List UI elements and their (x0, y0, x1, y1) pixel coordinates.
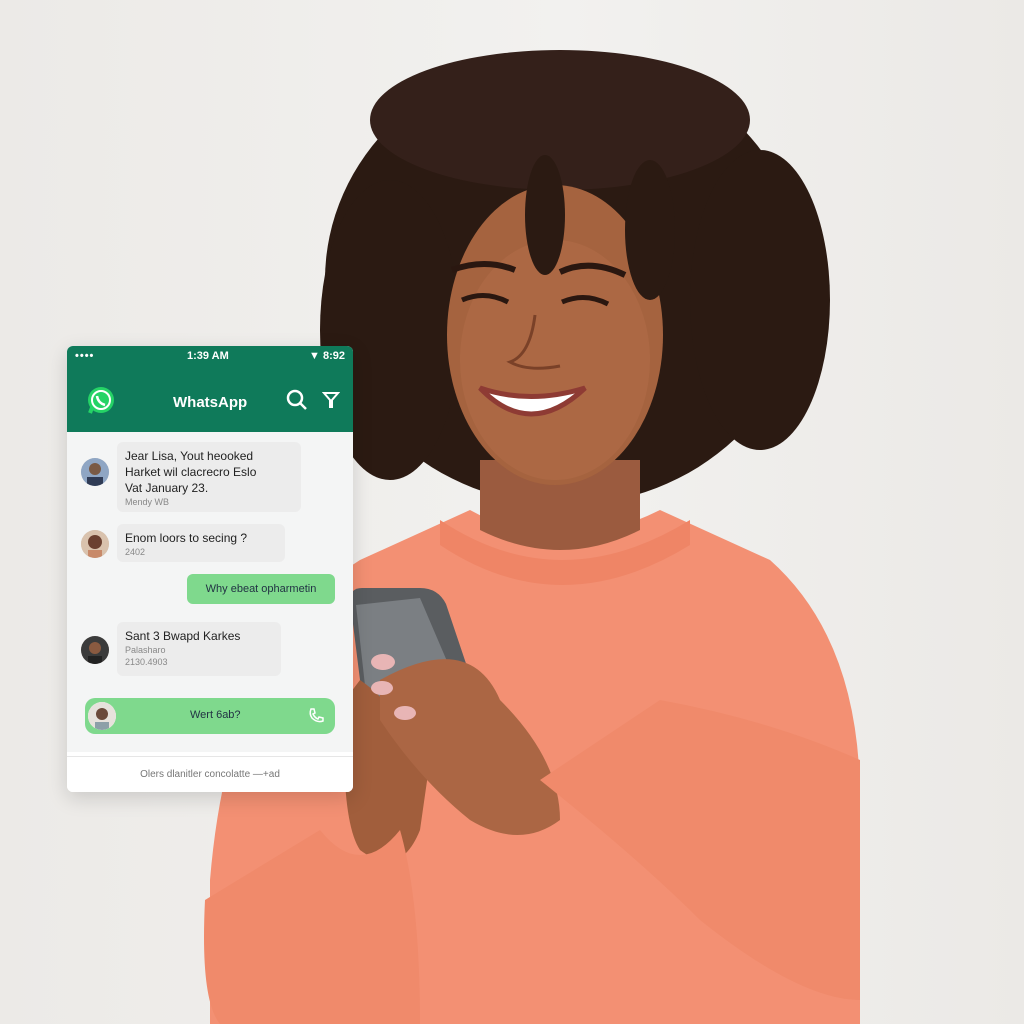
status-time: 1:39 AM (187, 350, 229, 362)
message-line: Vat January 23. (125, 481, 209, 495)
chat-item[interactable]: Sant 3 Bwapd Karkes Palasharo 2130.4903 (67, 622, 353, 678)
signal-indicator: •••• (75, 350, 95, 362)
message-line: Sant 3 Bwapd Karkes (125, 629, 241, 643)
message-compose-bar[interactable]: Wert 6ab? (85, 698, 335, 734)
avatar (81, 636, 109, 664)
message-bubble: Enom loors to secing ? 2402 (117, 524, 285, 562)
message-line: Jear Lisa, Yout heooked (125, 449, 254, 463)
app-title: WhatsApp (173, 394, 248, 411)
status-right: ▼ 8:92 (309, 350, 345, 362)
message-line: Why ebeat opharmetin (205, 583, 317, 595)
message-meta: Mendy WB (125, 497, 170, 507)
message-line: Harket wil clacrecro Eslo (125, 465, 257, 479)
message-meta: 2402 (125, 547, 146, 557)
chat-item[interactable]: Enom loors to secing ? 2402 (67, 524, 353, 564)
message-line: Enom loors to secing ? (125, 531, 248, 545)
outgoing-message: Why ebeat opharmetin (187, 574, 335, 604)
chat-item[interactable]: Jear Lisa, Yout heooked Harket wil clacr… (67, 442, 353, 522)
avatar (81, 530, 109, 558)
message-bubble: Jear Lisa, Yout heooked Harket wil clacr… (117, 442, 301, 512)
message-meta: 2130.4903 (125, 657, 168, 667)
search-icon[interactable] (285, 388, 309, 412)
compose-text: Wert 6ab? (190, 709, 241, 721)
message-bubble: Sant 3 Bwapd Karkes Palasharo 2130.4903 (117, 622, 281, 676)
phone-icon[interactable] (307, 707, 325, 725)
app-header: •••• 1:39 AM ▼ 8:92 WhatsApp (67, 346, 353, 432)
avatar (88, 702, 116, 730)
message-meta: Palasharo (125, 645, 166, 655)
whatsapp-logo-icon (88, 387, 114, 414)
filter-icon[interactable] (322, 391, 340, 409)
footer-text: Olers dlanitler concolatte —+ad (67, 756, 353, 792)
avatar (81, 458, 109, 486)
whatsapp-chat-card: •••• 1:39 AM ▼ 8:92 WhatsApp Jear Lisa, … (67, 346, 353, 792)
status-bar: •••• 1:39 AM ▼ 8:92 (67, 346, 353, 368)
chat-list: Jear Lisa, Yout heooked Harket wil clacr… (67, 432, 353, 752)
